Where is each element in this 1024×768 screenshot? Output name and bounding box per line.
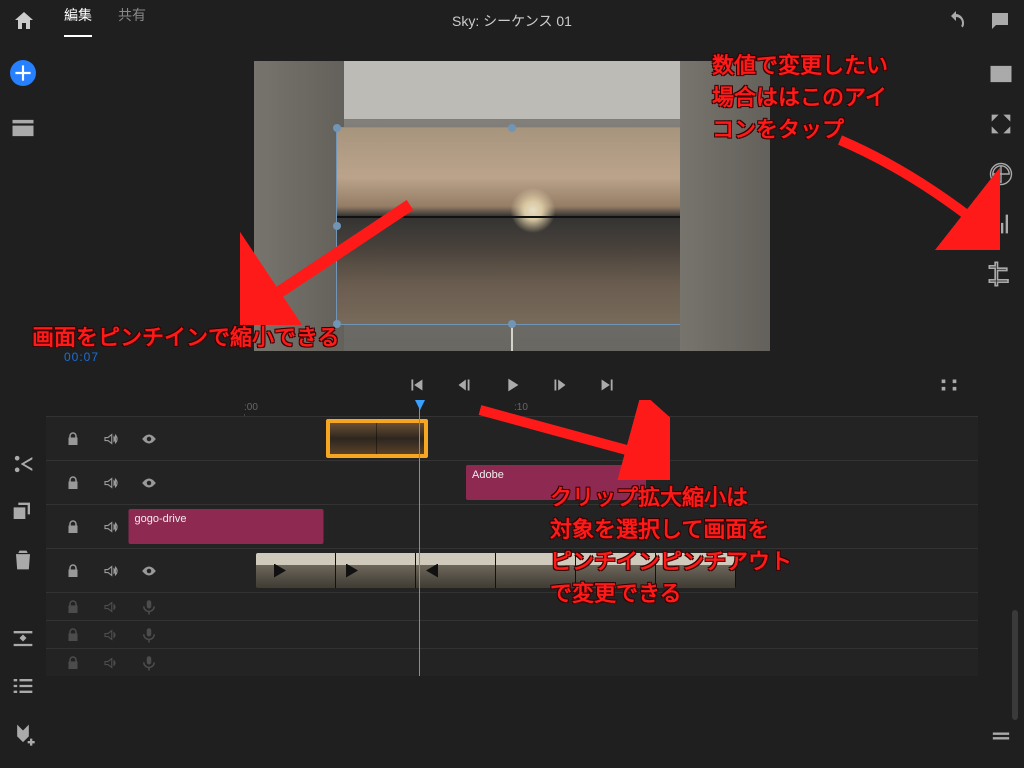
eye-icon[interactable] — [140, 474, 158, 492]
crop-transform-icon[interactable] — [987, 260, 1015, 288]
step-back-icon[interactable] — [453, 374, 475, 396]
add-button[interactable] — [10, 60, 36, 86]
timecode: 00:07 — [64, 350, 99, 364]
mute-icon[interactable] — [102, 518, 120, 536]
undo-icon[interactable] — [944, 9, 968, 33]
delete-icon[interactable] — [9, 546, 37, 574]
step-fwd-icon[interactable] — [549, 374, 571, 396]
mute-icon[interactable] — [102, 654, 120, 672]
mic-icon[interactable] — [140, 626, 158, 644]
mute-icon[interactable] — [102, 474, 120, 492]
timeline-clip-video[interactable] — [256, 553, 736, 588]
play-icon[interactable] — [501, 374, 523, 396]
mute-icon[interactable] — [102, 598, 120, 616]
track-a3[interactable] — [46, 648, 978, 676]
selection-box[interactable] — [336, 127, 688, 325]
go-end-icon[interactable] — [597, 374, 619, 396]
track-v3[interactable]: Adobe — [46, 460, 978, 504]
lock-icon[interactable] — [64, 430, 82, 448]
track-list-icon[interactable] — [9, 672, 37, 700]
mute-icon[interactable] — [102, 626, 120, 644]
playhead[interactable] — [419, 402, 420, 676]
track-a2[interactable] — [46, 620, 978, 648]
page-title: Sky: シーケンス 01 — [452, 11, 572, 31]
track-v4[interactable] — [46, 416, 978, 460]
color-icon[interactable] — [987, 160, 1015, 188]
mic-icon[interactable] — [140, 598, 158, 616]
lock-icon[interactable] — [64, 598, 82, 616]
tab-edit[interactable]: 編集 — [64, 5, 92, 37]
mic-icon[interactable] — [140, 654, 158, 672]
eye-icon[interactable] — [140, 562, 158, 580]
go-start-icon[interactable] — [405, 374, 427, 396]
track-v1[interactable] — [46, 548, 978, 592]
ruler-tick: :10 — [514, 402, 528, 413]
source-monitor-icon[interactable] — [987, 60, 1015, 88]
mute-icon[interactable] — [102, 430, 120, 448]
fullscreen-icon[interactable] — [938, 374, 960, 396]
timeline-clip-selected[interactable] — [326, 419, 428, 458]
lock-icon[interactable] — [64, 654, 82, 672]
scrollbar[interactable] — [1012, 460, 1018, 730]
comment-icon[interactable] — [988, 9, 1012, 33]
track-v2[interactable]: gogo-drive — [46, 504, 978, 548]
fit-screen-icon[interactable] — [987, 110, 1015, 138]
audio-levels-icon[interactable] — [987, 210, 1015, 238]
track-a1[interactable] — [46, 592, 978, 620]
preview-monitor[interactable]: 00:07 — [46, 42, 978, 370]
home-icon[interactable] — [12, 9, 36, 33]
timeline-clip-title[interactable]: gogo-drive — [129, 509, 324, 544]
expand-track-icon[interactable] — [9, 624, 37, 652]
marker-add-icon[interactable] — [9, 720, 37, 748]
ruler-tick: :00 — [244, 402, 258, 413]
settings-equal-icon[interactable] — [987, 722, 1015, 750]
project-panel-icon[interactable] — [9, 114, 37, 142]
lock-icon[interactable] — [64, 626, 82, 644]
timeline[interactable]: :00 :10 Adobe — [46, 402, 978, 676]
mute-icon[interactable] — [102, 562, 120, 580]
eye-icon[interactable] — [140, 430, 158, 448]
scissors-icon[interactable] — [9, 450, 37, 478]
tab-share[interactable]: 共有 — [118, 5, 146, 37]
duplicate-icon[interactable] — [9, 498, 37, 526]
timeline-clip-title[interactable]: Adobe — [466, 465, 646, 500]
lock-icon[interactable] — [64, 562, 82, 580]
lock-icon[interactable] — [64, 474, 82, 492]
lock-icon[interactable] — [64, 518, 82, 536]
